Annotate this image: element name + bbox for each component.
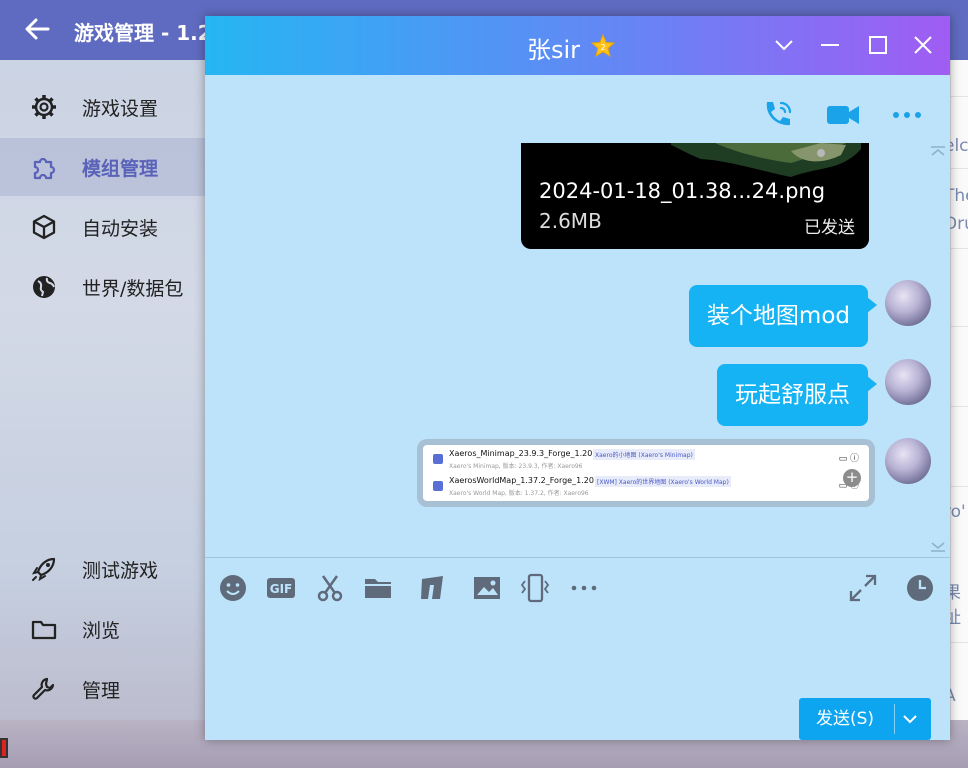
voice-call-icon[interactable]: [760, 97, 796, 133]
input-divider: [205, 557, 950, 558]
puzzle-icon: [33, 157, 56, 180]
text-message[interactable]: 装个地图mod: [688, 285, 868, 347]
sidebar-item-label: 游戏设置: [82, 97, 159, 120]
music-icon[interactable]: [417, 573, 447, 603]
checkbox-icon: [433, 481, 443, 491]
avatar[interactable]: [885, 438, 931, 484]
mod-subtitle: Xaero's World Map, 版本: 1.37.2, 作者: Xaero…: [449, 490, 589, 497]
chevron-down-icon[interactable]: [901, 710, 919, 728]
sidebar-item-label: 自动安装: [82, 217, 159, 240]
chat-titlebar[interactable]: 张sir 2: [205, 16, 950, 75]
svg-text:GIF: GIF: [270, 582, 293, 596]
folder-info-icon: ▭ ⓘ: [838, 454, 859, 464]
mod-name: XaerosWorldMap_1.37.2_Forge_1.20: [449, 476, 594, 485]
back-arrow-icon[interactable]: [22, 14, 52, 44]
sidebar-item-worlds-datapacks[interactable]: 世界/数据包: [0, 258, 205, 316]
vip-star-icon: 2: [590, 33, 616, 58]
sidebar-item-test-game[interactable]: 测试游戏: [0, 540, 205, 598]
avatar[interactable]: [885, 359, 931, 405]
image-icon[interactable]: [472, 573, 502, 603]
sidebar-item-browse[interactable]: 浏览: [0, 600, 205, 658]
sidebar-item-auto-install[interactable]: 自动安装: [0, 198, 205, 256]
sidebar-item-mod-management[interactable]: 模组管理: [0, 138, 205, 196]
image-thumbnail: [671, 143, 861, 177]
text-message[interactable]: 玩起舒服点: [717, 364, 868, 426]
send-button[interactable]: 发送(S): [799, 698, 931, 740]
cube-icon: [32, 214, 56, 240]
mod-tag: [XWM] Xaero的世界地图 (Xaero's World Map): [595, 476, 731, 487]
folder-icon: [31, 620, 57, 640]
close-icon[interactable]: [911, 33, 935, 57]
contact-name: 张sir: [527, 36, 581, 64]
send-button-label: 发送(S): [815, 709, 875, 729]
mod-row: Xaeros_Minimap_23.9.3_Forge_1.20 Xaero的小…: [433, 448, 863, 474]
checkbox-icon: [433, 454, 443, 464]
message-list[interactable]: 2024-01-18_01.38...24.png 2.6MB 已发送 装个地图…: [205, 143, 950, 557]
gear-icon: [32, 95, 56, 119]
maximize-icon[interactable]: [866, 33, 890, 57]
divider: [950, 326, 968, 327]
folder-icon[interactable]: [363, 573, 393, 603]
gif-icon[interactable]: GIF: [266, 573, 296, 603]
mod-name: Xaeros_Minimap_23.9.3_Forge_1.20: [449, 449, 593, 458]
divider: [950, 642, 968, 643]
expand-icon[interactable]: [848, 573, 878, 603]
sidebar-item-game-settings[interactable]: 游戏设置: [0, 78, 205, 136]
sidebar-item-label: 模组管理: [82, 157, 159, 180]
file-message[interactable]: 2024-01-18_01.38...24.png 2.6MB 已发送: [521, 143, 869, 249]
bubble-tail: [867, 297, 877, 313]
video-call-icon[interactable]: [825, 97, 861, 133]
divider: [950, 406, 968, 407]
globe-icon: [33, 276, 55, 298]
taskbar-app-icon[interactable]: [0, 738, 8, 758]
file-status: 已发送: [804, 218, 855, 238]
launcher-title: 游戏管理 - 1.2: [74, 21, 212, 45]
image-message[interactable]: Xaeros_Minimap_23.9.3_Forge_1.20 Xaero的小…: [417, 439, 875, 507]
sidebar-item-label: 浏览: [82, 619, 121, 642]
sidebar-item-label: 测试游戏: [82, 559, 159, 582]
file-name: 2024-01-18_01.38...24.png: [539, 179, 826, 203]
more-options-icon[interactable]: [889, 97, 925, 133]
file-size: 2.6MB: [539, 209, 602, 233]
send-button-divider: [894, 704, 895, 734]
mod-list-screenshot: Xaeros_Minimap_23.9.3_Forge_1.20 Xaero的小…: [423, 445, 869, 501]
chat-window: 张sir 2 2024-01-18_01.38...24.png 2.6MB 已…: [205, 16, 950, 740]
rocket-icon: [31, 557, 56, 582]
wrench-icon: [32, 677, 55, 700]
emoji-icon[interactable]: [218, 573, 248, 603]
divider: [950, 96, 968, 97]
sidebar-item-manage[interactable]: 管理: [0, 660, 205, 718]
plus-icon: +: [843, 469, 861, 487]
sidebar-item-label: 管理: [82, 679, 121, 702]
sidebar-item-label: 世界/数据包: [82, 277, 184, 300]
shake-icon[interactable]: [520, 573, 550, 603]
minimize-icon[interactable]: [818, 33, 842, 57]
history-clock-icon[interactable]: [905, 573, 935, 603]
avatar[interactable]: [885, 280, 931, 326]
mod-subtitle: Xaero's Minimap, 版本: 23.9.3, 作者: Xaero96: [449, 463, 583, 470]
more-tools-icon[interactable]: [569, 573, 599, 603]
divider: [950, 168, 968, 169]
mod-tag: Xaero的小地图 (Xaero's Minimap): [593, 449, 695, 460]
chevron-down-icon[interactable]: [772, 33, 796, 57]
svg-text:2: 2: [600, 43, 605, 52]
mod-row: XaerosWorldMap_1.37.2_Forge_1.20 [XWM] X…: [433, 475, 863, 501]
scroll-up-icon[interactable]: [929, 144, 947, 158]
scissors-icon[interactable]: [315, 573, 345, 603]
bubble-tail: [867, 376, 877, 392]
scroll-down-icon[interactable]: [929, 540, 947, 554]
divider: [950, 486, 968, 487]
divider: [950, 248, 968, 249]
